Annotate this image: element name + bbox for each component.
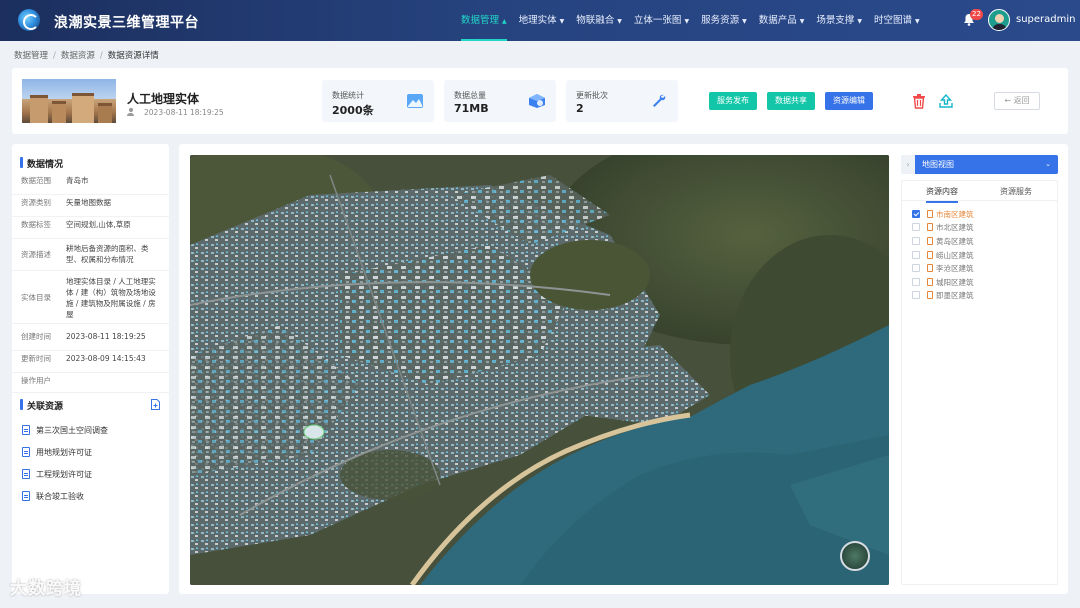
info-row: 创建时间 2023-08-11 18:19:25 bbox=[12, 331, 169, 351]
info-row: 更新时间 2023-08-09 14:15:43 bbox=[12, 353, 169, 373]
trash-icon[interactable] bbox=[910, 92, 928, 110]
resource-thumbnail bbox=[22, 79, 116, 123]
stat-update-batch: 更新批次 2 bbox=[566, 80, 678, 122]
stat-data-volume: 数据总量 71MB bbox=[444, 80, 556, 122]
chevron-up-icon: ▲ bbox=[502, 18, 507, 25]
app-logo-icon bbox=[18, 9, 40, 31]
document-icon bbox=[22, 469, 30, 479]
file-icon bbox=[927, 278, 933, 286]
satellite-3d-map bbox=[190, 155, 889, 585]
breadcrumb: 数据管理 / 数据资源 / 数据资源详情 bbox=[14, 51, 159, 61]
chevron-down-icon: ▼ bbox=[617, 18, 622, 25]
resource-created-time: 2023-08-11 18:19:25 bbox=[144, 108, 224, 117]
nav-item-service-resources[interactable]: 服务资源 ▼ bbox=[695, 0, 753, 41]
nav-item-spatiotemporal-graph[interactable]: 时空图谱 ▼ bbox=[868, 0, 926, 41]
publish-service-button[interactable]: 服务发布 bbox=[709, 92, 757, 110]
stat-data-count: 数据统计 2000条 bbox=[322, 80, 434, 122]
wrench-icon bbox=[653, 94, 666, 107]
user-icon bbox=[127, 108, 134, 116]
info-row: 数据标签 空间规划,山体,草原 bbox=[12, 219, 169, 239]
checkbox-checked[interactable] bbox=[912, 210, 920, 218]
resource-header-card: 人工地理实体 2023-08-11 18:19:25 数据统计 2000条 数据… bbox=[12, 68, 1068, 134]
info-row: 资源描述 耕地后备资源的面积、类型、权属和分布情况 bbox=[12, 243, 169, 271]
resource-title: 人工地理实体 bbox=[127, 92, 200, 106]
info-row: 实体目录 地理实体目录 / 人工地理实体 / 建（构）筑物及场地设施 / 建筑物及… bbox=[12, 276, 169, 324]
layer-item[interactable]: 崂山区建筑 bbox=[912, 251, 974, 261]
file-icon bbox=[927, 210, 933, 218]
layer-item[interactable]: 即墨区建筑 bbox=[912, 291, 974, 301]
share-data-button[interactable]: 数据共享 bbox=[767, 92, 815, 110]
breadcrumb-current: 数据资源详情 bbox=[107, 51, 159, 61]
breadcrumb-item[interactable]: 数据管理 bbox=[14, 51, 48, 61]
nav-item-geo-entity[interactable]: 地理实体 ▼ bbox=[513, 0, 571, 41]
breadcrumb-item[interactable]: 数据资源 bbox=[61, 51, 95, 61]
layer-panel-tabs: 资源内容 资源服务 bbox=[902, 181, 1057, 203]
tab-resource-content[interactable]: 资源内容 bbox=[926, 186, 958, 203]
notification-badge: 22 bbox=[970, 9, 983, 20]
box-icon bbox=[529, 94, 545, 108]
checkbox[interactable] bbox=[912, 264, 920, 272]
chevron-down-icon: ▼ bbox=[915, 18, 920, 25]
nav-item-data-products[interactable]: 数据产品 ▼ bbox=[753, 0, 811, 41]
checkbox[interactable] bbox=[912, 278, 920, 286]
document-icon bbox=[22, 447, 30, 457]
chevron-down-icon: ▼ bbox=[684, 18, 690, 25]
file-icon bbox=[927, 291, 933, 299]
map-view-header: › 地图视图 ⌄ bbox=[901, 155, 1058, 174]
document-icon bbox=[22, 491, 30, 501]
related-resource-item[interactable]: 联合竣工验收 bbox=[22, 491, 84, 502]
checkbox[interactable] bbox=[912, 223, 920, 231]
file-icon bbox=[927, 237, 933, 245]
data-info-title: 数据情况 bbox=[20, 157, 63, 170]
map-view-select[interactable]: 地图视图 ⌄ bbox=[915, 155, 1058, 174]
checkbox[interactable] bbox=[912, 291, 920, 299]
avatar[interactable] bbox=[988, 9, 1010, 31]
chevron-down-icon: ▼ bbox=[857, 18, 862, 25]
back-button[interactable]: ← 返回 bbox=[994, 92, 1040, 110]
info-row: 资源类别 矢量地图数据 bbox=[12, 197, 169, 217]
compass-icon[interactable] bbox=[840, 541, 870, 571]
layer-item[interactable]: 城阳区建筑 bbox=[912, 278, 974, 288]
chevron-down-icon: ⌄ bbox=[1045, 160, 1051, 168]
resource-meta: 2023-08-11 18:19:25 bbox=[127, 108, 224, 117]
top-navigation-bar: 浪潮实景三维管理平台 数据管理 ▲ 地理实体 ▼ 物联融合 ▼ 立体一张图 ▼ 服务资源… bbox=[0, 0, 1080, 41]
document-icon bbox=[22, 425, 30, 435]
collapse-arrow-icon[interactable]: › bbox=[901, 155, 915, 174]
related-resource-item[interactable]: 第三次国土空间调查 bbox=[22, 425, 108, 436]
file-icon bbox=[927, 223, 933, 231]
layer-item[interactable]: 黄岛区建筑 bbox=[912, 237, 974, 247]
nav-item-3d-map[interactable]: 立体一张图 ▼ bbox=[628, 0, 695, 41]
layer-item[interactable]: 李沧区建筑 bbox=[912, 264, 974, 274]
nav-item-iot-fusion[interactable]: 物联融合 ▼ bbox=[570, 0, 628, 41]
related-resources-title: 关联资源 bbox=[20, 399, 63, 412]
layer-item[interactable]: 市南区建筑 bbox=[912, 210, 974, 220]
chevron-down-icon: ▼ bbox=[742, 18, 747, 25]
related-resource-item[interactable]: 工程规划许可证 bbox=[22, 469, 92, 480]
tab-resource-service[interactable]: 资源服务 bbox=[1000, 186, 1032, 197]
edit-resource-button[interactable]: 资源编辑 bbox=[825, 92, 873, 110]
main-nav: 数据管理 ▲ 地理实体 ▼ 物联融合 ▼ 立体一张图 ▼ 服务资源 ▼ 数据产品 ▼ 场景支… bbox=[455, 0, 926, 41]
nav-item-data-management[interactable]: 数据管理 ▲ bbox=[455, 0, 513, 41]
related-resource-item[interactable]: 用地规划许可证 bbox=[22, 447, 92, 458]
layer-item[interactable]: 市北区建筑 bbox=[912, 223, 974, 233]
watermark: 大数跨境 bbox=[10, 579, 82, 599]
checkbox[interactable] bbox=[912, 251, 920, 259]
app-title: 浪潮实景三维管理平台 bbox=[54, 15, 199, 31]
nav-item-scene-support[interactable]: 场景支撑 ▼ bbox=[810, 0, 868, 41]
upload-icon[interactable] bbox=[937, 92, 955, 110]
chevron-down-icon: ▼ bbox=[559, 18, 565, 25]
data-info-panel: 数据情况 数据范围 青岛市 资源类别 矢量地图数据 数据标签 空间规划,山体,草原 资… bbox=[12, 144, 169, 594]
username[interactable]: superadmin bbox=[1016, 14, 1076, 25]
checkbox[interactable] bbox=[912, 237, 920, 245]
info-row: 操作用户 bbox=[12, 375, 169, 393]
info-row: 数据范围 青岛市 bbox=[12, 175, 169, 195]
add-file-icon[interactable] bbox=[151, 399, 160, 410]
file-icon bbox=[927, 251, 933, 259]
file-icon bbox=[927, 264, 933, 272]
map-viewport[interactable] bbox=[190, 155, 889, 585]
chevron-down-icon: ▼ bbox=[799, 18, 805, 25]
layer-panel: 资源内容 资源服务 市南区建筑 市北区建筑 黄岛区建筑 崂山区建筑 李沧区建筑 … bbox=[901, 180, 1058, 585]
image-icon bbox=[407, 94, 423, 108]
